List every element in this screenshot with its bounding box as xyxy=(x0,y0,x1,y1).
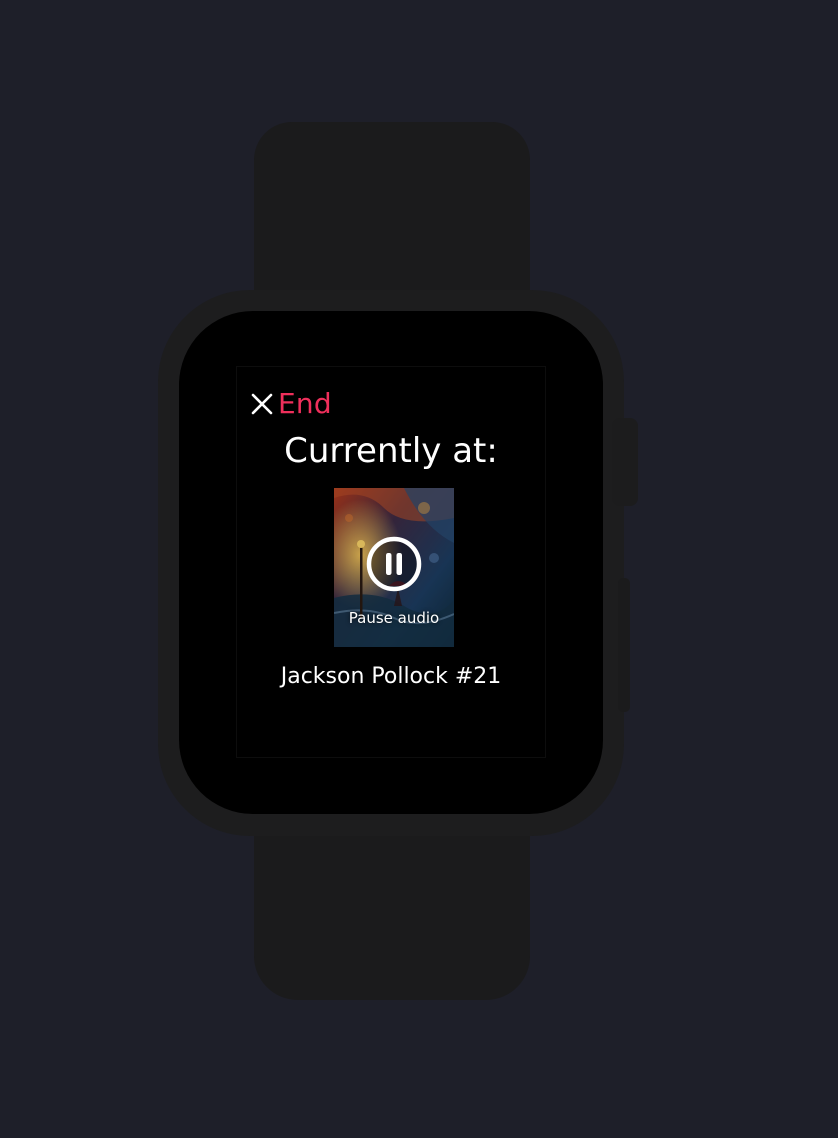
pause-button[interactable] xyxy=(366,536,422,592)
end-button[interactable]: End xyxy=(250,386,332,422)
side-button[interactable] xyxy=(618,578,630,712)
artwork-title: Jackson Pollock #21 xyxy=(280,664,502,689)
end-label: End xyxy=(278,387,332,420)
page-title: Currently at: xyxy=(284,431,498,471)
close-icon xyxy=(251,393,273,415)
digital-crown[interactable] xyxy=(612,418,638,506)
app-stage: End Currently at: Pause audio Jackson Po… xyxy=(0,0,838,1138)
pause-audio-label: Pause audio xyxy=(348,609,440,627)
